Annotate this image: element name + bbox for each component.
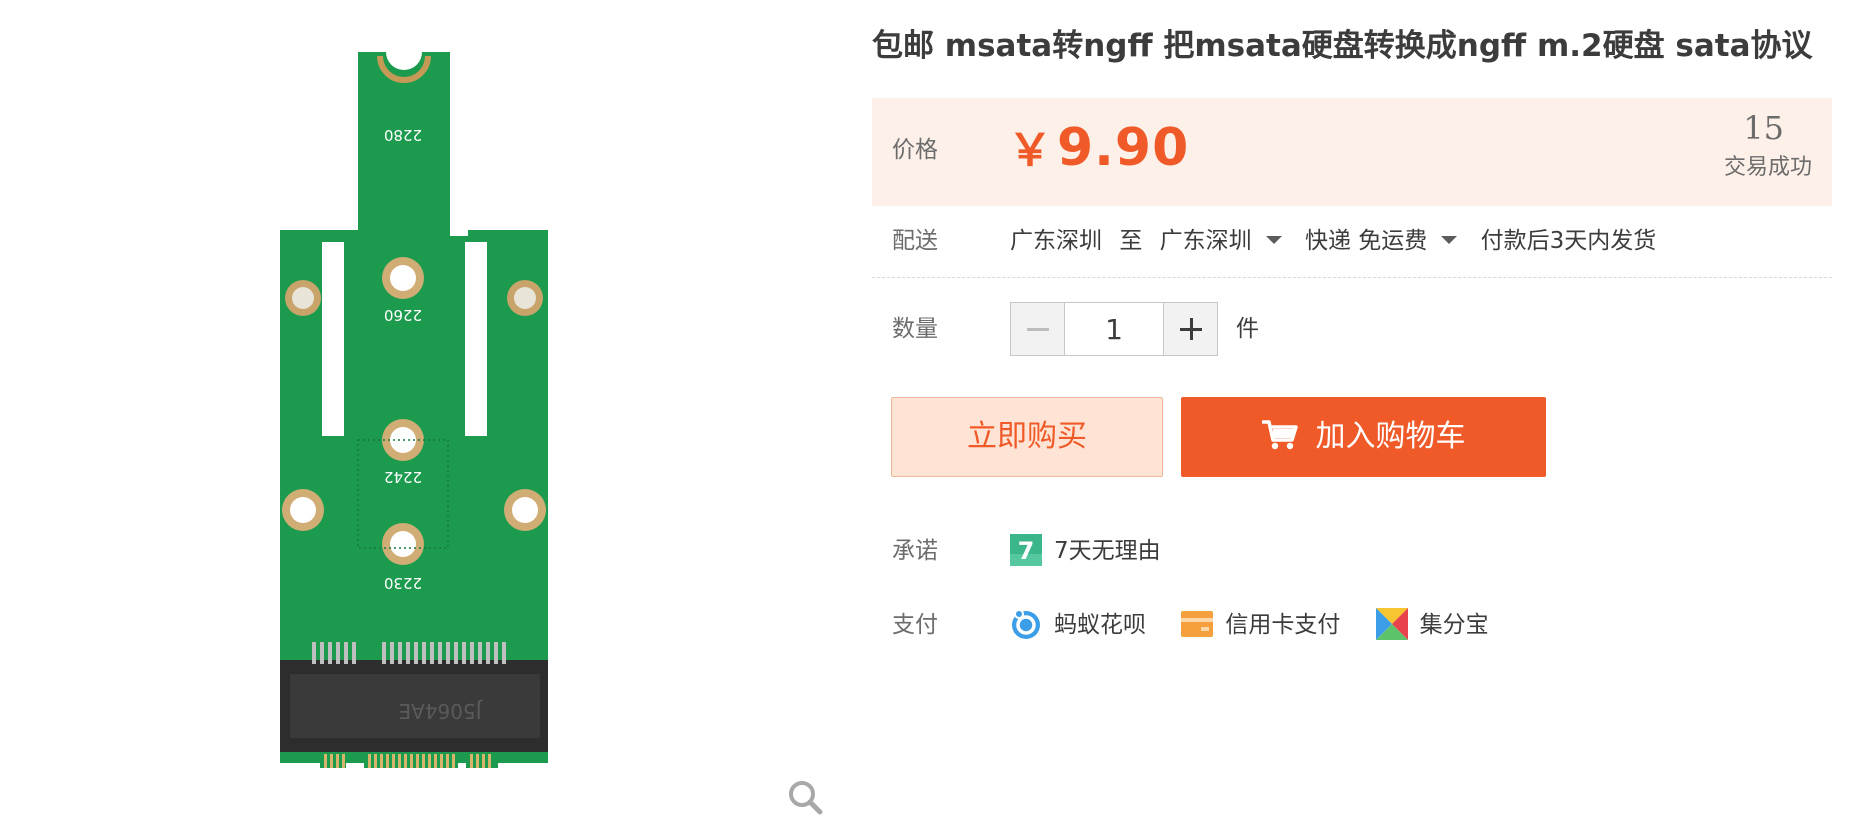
- promise-item[interactable]: 7 7天无理由: [1010, 531, 1161, 571]
- payment-jifenbao[interactable]: 集分宝: [1375, 605, 1489, 645]
- board-mark-2260: 2260: [384, 306, 422, 324]
- currency-symbol: ￥: [1008, 125, 1053, 176]
- shipping-row: 广东深圳 至 广东深圳 快递 免运费 付款后3天内发货: [1010, 221, 1656, 261]
- product-image[interactable]: 2280 2260 2242 2230 J5064AE: [240, 48, 560, 778]
- price-amount: 9.90: [1057, 118, 1190, 178]
- dispatch-time: 付款后3天内发货: [1480, 228, 1657, 254]
- price-panel: 价格 ￥9.90 15 交易成功: [872, 98, 1832, 206]
- price-label: 价格: [892, 137, 938, 163]
- svg-text:7: 7: [1018, 537, 1035, 565]
- shipping-destination-select[interactable]: 广东深圳: [1160, 228, 1305, 254]
- shipping-method-select[interactable]: 快递 免运费: [1305, 228, 1481, 254]
- buy-now-button[interactable]: 立即购买: [891, 397, 1163, 477]
- promise-text: 7天无理由: [1054, 538, 1161, 564]
- payment-huabei-label: 蚂蚁花呗: [1054, 612, 1146, 638]
- quantity-plus-button[interactable]: [1163, 302, 1218, 356]
- quantity-minus-button[interactable]: [1010, 302, 1065, 356]
- seven-day-return-icon: 7: [1010, 533, 1042, 566]
- sales-count: 15: [1743, 109, 1784, 147]
- quantity-unit: 件: [1236, 316, 1259, 342]
- payment-jifenbao-label: 集分宝: [1419, 612, 1489, 638]
- jifenbao-icon: [1375, 607, 1408, 640]
- payment-credit-card[interactable]: 信用卡支付: [1181, 605, 1340, 645]
- quantity-label: 数量: [892, 316, 938, 342]
- shipping-from: 广东深圳: [1010, 228, 1102, 254]
- payment-methods: 蚂蚁花呗 信用卡支付 集分宝: [1010, 605, 1517, 645]
- product-title: 包邮 msata转ngff 把msata硬盘转换成ngff m.2硬盘 sata…: [872, 28, 1813, 64]
- quantity-input[interactable]: [1064, 302, 1164, 356]
- board-mark-2242: 2242: [384, 468, 422, 486]
- magnifier-icon[interactable]: [786, 778, 826, 818]
- board-mark-2280: 2280: [384, 126, 422, 144]
- add-to-cart-label: 加入购物车: [1315, 419, 1466, 454]
- divider: [872, 277, 1832, 278]
- board-mark-connector: J5064AE: [398, 699, 483, 723]
- chevron-down-icon: [1265, 235, 1282, 244]
- chevron-down-icon: [1441, 235, 1458, 244]
- huabei-icon: [1012, 608, 1040, 639]
- shopping-cart-icon: [1261, 419, 1298, 449]
- shipping-destination: 广东深圳: [1159, 228, 1252, 254]
- payment-huabei[interactable]: 蚂蚁花呗: [1010, 605, 1146, 645]
- add-to-cart-button[interactable]: 加入购物车: [1181, 397, 1546, 477]
- product-gallery[interactable]: 2280 2260 2242 2230 J5064AE: [0, 0, 860, 834]
- credit-card-icon: [1181, 610, 1214, 637]
- shipping-to-word: 至: [1119, 228, 1143, 254]
- payment-credit-card-label: 信用卡支付: [1225, 612, 1341, 638]
- shipping-method: 快递 免运费: [1304, 228, 1428, 254]
- board-mark-2230: 2230: [384, 574, 422, 592]
- sales-count-label: 交易成功: [1723, 155, 1812, 180]
- shipping-label: 配送: [892, 228, 938, 254]
- payment-label: 支付: [892, 612, 938, 638]
- promise-label: 承诺: [892, 538, 938, 564]
- price-value: ￥9.90: [1008, 112, 1189, 187]
